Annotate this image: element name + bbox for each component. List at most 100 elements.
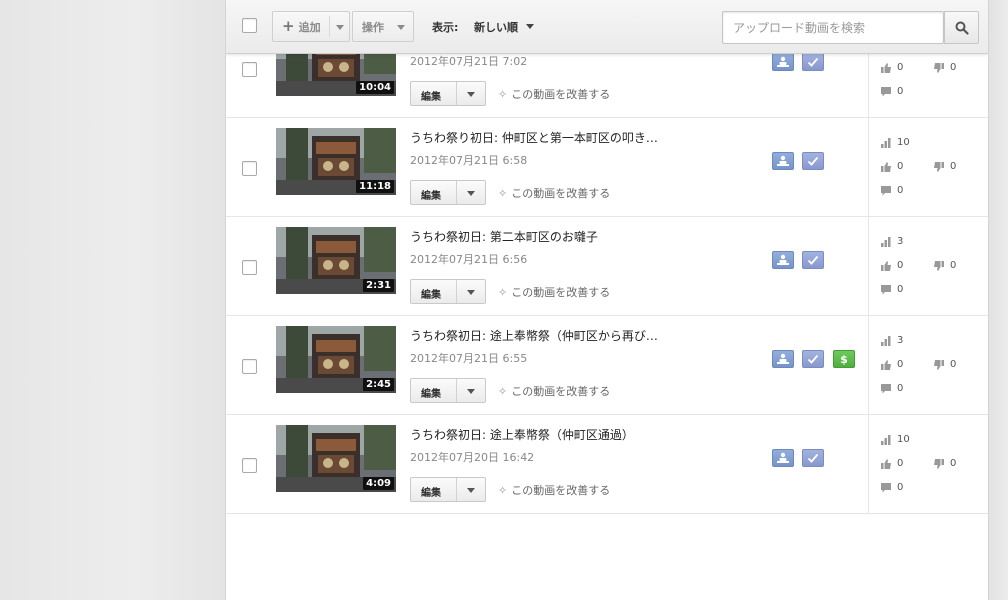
video-checkbox[interactable] xyxy=(242,62,257,77)
video-list: 14:02 2012年07月21日 7:04 編集 ✧ この動画を改善する $ xyxy=(226,0,988,514)
stats-divider xyxy=(868,217,869,316)
video-thumbnail[interactable]: 2:45 xyxy=(276,326,396,393)
stats-divider xyxy=(868,118,869,217)
thumbs-up-icon xyxy=(881,458,891,469)
video-checkbox[interactable] xyxy=(242,260,257,275)
chevron-down-icon[interactable] xyxy=(467,290,475,295)
processed-status-badge[interactable] xyxy=(802,449,824,467)
edit-button[interactable]: 編集 xyxy=(410,477,486,502)
thumbs-down-icon xyxy=(934,458,944,469)
thumbs-up-icon xyxy=(881,260,891,271)
edit-button-label: 編集 xyxy=(421,92,441,103)
actions-button-label: 操作 xyxy=(362,20,384,34)
comment-count-value: 0 xyxy=(897,284,904,295)
public-status-badge[interactable] xyxy=(772,53,794,71)
public-status-badge[interactable] xyxy=(772,152,794,170)
chevron-down-icon[interactable] xyxy=(467,191,475,196)
button-divider xyxy=(329,16,330,37)
actions-button[interactable]: 操作 xyxy=(352,11,414,42)
comment-count-value: 0 xyxy=(897,86,904,97)
view-count: 10 xyxy=(881,434,910,445)
select-all-checkbox[interactable] xyxy=(242,18,257,33)
edit-button[interactable]: 編集 xyxy=(410,81,486,106)
processed-status-badge[interactable] xyxy=(802,53,824,71)
edit-button[interactable]: 編集 xyxy=(410,279,486,304)
chevron-down-icon[interactable] xyxy=(467,389,475,394)
search-input[interactable] xyxy=(722,11,944,44)
sort-chevron-down-icon[interactable] xyxy=(526,24,534,29)
video-thumbnail[interactable]: 4:09 xyxy=(276,425,396,492)
like-count-value: 0 xyxy=(897,62,904,73)
view-count-value: 10 xyxy=(897,137,910,148)
video-title[interactable]: うちわ祭初日: 第二本町区のお囃子 xyxy=(410,228,680,245)
toolbar: + 追加 操作 表示: 新しい順 xyxy=(226,0,988,54)
video-manager-panel: 14:02 2012年07月21日 7:04 編集 ✧ この動画を改善する $ xyxy=(226,0,988,600)
magic-wand-icon: ✧ xyxy=(498,285,508,299)
public-status-badge[interactable] xyxy=(772,251,794,269)
video-title[interactable]: うちわ祭初日: 途上奉幣祭（仲町区から再び… xyxy=(410,327,680,344)
thumbs-down-icon xyxy=(934,161,944,172)
page-background-right xyxy=(988,0,1008,600)
search-button[interactable] xyxy=(944,11,979,44)
video-title[interactable]: うちわ祭り初日: 仲町区と第一本町区の叩き… xyxy=(410,129,680,146)
dislike-count-value: 0 xyxy=(950,260,957,271)
video-duration: 11:18 xyxy=(356,180,394,193)
processed-status-badge[interactable] xyxy=(802,251,824,269)
video-checkbox[interactable] xyxy=(242,458,257,473)
edit-button-label: 編集 xyxy=(421,488,441,499)
view-count: 3 xyxy=(881,335,903,346)
page-background-left xyxy=(0,0,226,600)
edit-button[interactable]: 編集 xyxy=(410,378,486,403)
video-date: 2012年07月21日 6:58 xyxy=(410,154,528,167)
comment-count: 0 xyxy=(881,185,903,196)
improve-video-label: この動画を改善する xyxy=(511,88,611,101)
comment-count: 0 xyxy=(881,383,903,394)
dislike-count: 0 xyxy=(934,458,956,469)
dislike-count-value: 0 xyxy=(950,161,957,172)
checkmark-icon xyxy=(807,354,819,364)
chevron-down-icon xyxy=(336,25,344,30)
improve-video-link[interactable]: ✧ この動画を改善する xyxy=(498,482,610,498)
processed-status-badge[interactable] xyxy=(802,152,824,170)
comment-icon xyxy=(881,482,891,492)
video-duration: 10:04 xyxy=(356,81,394,94)
comment-count: 0 xyxy=(881,284,903,295)
add-button[interactable]: + 追加 xyxy=(272,11,350,42)
improve-video-link[interactable]: ✧ この動画を改善する xyxy=(498,185,610,201)
checkmark-icon xyxy=(807,156,819,166)
like-count: 0 xyxy=(881,359,903,370)
processed-status-badge[interactable] xyxy=(802,350,824,368)
video-thumbnail[interactable]: 2:31 xyxy=(276,227,396,294)
chevron-down-icon[interactable] xyxy=(467,488,475,493)
like-count-value: 0 xyxy=(897,260,904,271)
chevron-down-icon[interactable] xyxy=(467,92,475,97)
sort-dropdown[interactable]: 新しい順 xyxy=(474,19,518,35)
edit-button[interactable]: 編集 xyxy=(410,180,486,205)
thumbs-down-icon xyxy=(934,260,944,271)
plus-icon: + xyxy=(282,17,295,35)
edit-button-label: 編集 xyxy=(421,191,441,202)
edit-button-label: 編集 xyxy=(421,290,441,301)
video-checkbox[interactable] xyxy=(242,359,257,374)
comment-icon xyxy=(881,383,891,393)
improve-video-link[interactable]: ✧ この動画を改善する xyxy=(498,86,610,102)
stats-divider xyxy=(868,316,869,415)
video-thumbnail[interactable]: 11:18 xyxy=(276,128,396,195)
public-status-badge[interactable] xyxy=(772,449,794,467)
monetization-badge[interactable]: $ xyxy=(833,350,855,368)
thumbs-down-icon xyxy=(934,359,944,370)
like-count: 0 xyxy=(881,62,903,73)
video-duration: 2:45 xyxy=(363,378,394,391)
video-title[interactable]: うちわ祭初日: 途上奉幣祭（仲町区通過） xyxy=(410,426,680,443)
public-people-icon xyxy=(777,155,789,166)
video-checkbox[interactable] xyxy=(242,161,257,176)
like-count: 0 xyxy=(881,260,903,271)
improve-video-link[interactable]: ✧ この動画を改善する xyxy=(498,284,610,300)
improve-video-link[interactable]: ✧ この動画を改善する xyxy=(498,383,610,399)
button-divider xyxy=(456,82,457,105)
like-count-value: 0 xyxy=(897,161,904,172)
public-status-badge[interactable] xyxy=(772,350,794,368)
public-people-icon xyxy=(777,254,789,265)
improve-video-label: この動画を改善する xyxy=(511,187,611,200)
dislike-count: 0 xyxy=(934,62,956,73)
